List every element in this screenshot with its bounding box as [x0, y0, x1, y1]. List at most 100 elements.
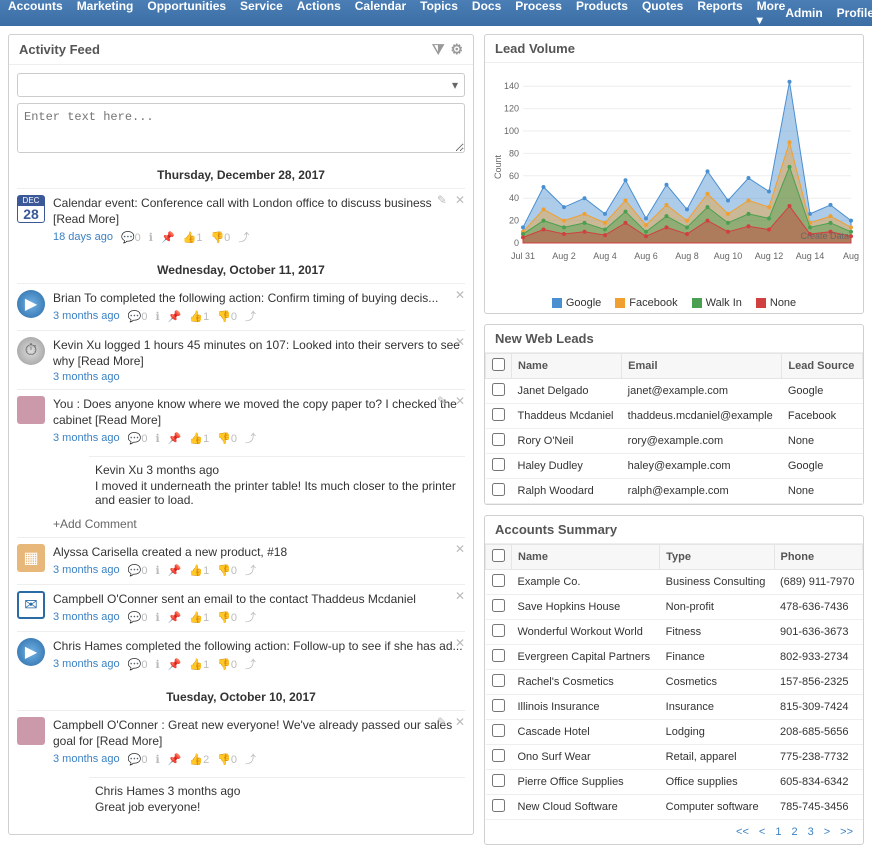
select-all-checkbox[interactable]	[492, 549, 505, 562]
table-row[interactable]: Rory O'Neilrory@example.comNone	[486, 429, 863, 454]
share-icon[interactable]: ⤴	[245, 430, 256, 446]
feed-item-timestamp[interactable]: 3 months ago	[53, 658, 120, 670]
close-icon[interactable]: ✕	[455, 288, 465, 302]
table-row[interactable]: Wonderful Workout WorldFitness901-636-36…	[486, 620, 863, 645]
dislike-count[interactable]: 👎0	[217, 611, 237, 624]
close-icon[interactable]: ✕	[455, 394, 465, 408]
like-count[interactable]: 👍2	[189, 753, 209, 766]
info-icon[interactable]: ℹ	[155, 564, 159, 577]
pin-icon[interactable]: 📌	[168, 432, 182, 445]
pin-icon[interactable]: 📌	[168, 310, 182, 323]
table-row[interactable]: Haley Dudleyhaley@example.comGoogle	[486, 454, 863, 479]
nav-products[interactable]: Products	[576, 0, 628, 27]
dislike-count[interactable]: 👎0	[217, 564, 237, 577]
row-checkbox[interactable]	[492, 749, 505, 762]
share-icon[interactable]: ⤴	[245, 308, 256, 324]
nav-admin[interactable]: Admin	[785, 6, 822, 20]
comment-count[interactable]: 💬0	[128, 611, 148, 624]
pager-link[interactable]: <<	[736, 826, 749, 838]
row-checkbox[interactable]	[492, 624, 505, 637]
pager-link[interactable]: >	[824, 826, 830, 838]
pin-icon[interactable]: 📌	[168, 611, 182, 624]
comment-count[interactable]: 💬0	[128, 564, 148, 577]
nav-process[interactable]: Process	[515, 0, 562, 27]
share-icon[interactable]: ⤴	[245, 751, 256, 767]
info-icon[interactable]: ℹ	[155, 658, 159, 671]
info-icon[interactable]: ℹ	[155, 753, 159, 766]
feed-item-timestamp[interactable]: 3 months ago	[53, 432, 120, 444]
edit-icon[interactable]: ✎	[437, 193, 447, 207]
table-header[interactable]	[486, 545, 512, 570]
table-row[interactable]: Cascade HotelLodging208-685-5656	[486, 720, 863, 745]
row-checkbox[interactable]	[492, 483, 505, 496]
legend-item[interactable]: Facebook	[615, 297, 677, 309]
table-row[interactable]: Save Hopkins HouseNon-profit478-636-7436	[486, 595, 863, 620]
info-icon[interactable]: ℹ	[155, 310, 159, 323]
close-icon[interactable]: ✕	[455, 335, 465, 349]
table-row[interactable]: Illinois InsuranceInsurance815-309-7424	[486, 695, 863, 720]
comment-count[interactable]: 💬0	[128, 432, 148, 445]
table-row[interactable]: Ralph Woodardralph@example.comNone	[486, 479, 863, 504]
pin-icon[interactable]: 📌	[161, 231, 175, 244]
legend-item[interactable]: Walk In	[692, 297, 742, 309]
comment-count[interactable]: 💬0	[121, 231, 141, 244]
pager-link[interactable]: <	[759, 826, 765, 838]
dislike-count[interactable]: 👎0	[217, 753, 237, 766]
table-row[interactable]: Example Co.Business Consulting(689) 911-…	[486, 570, 863, 595]
pager-link[interactable]: 3	[808, 826, 814, 838]
close-icon[interactable]: ✕	[455, 589, 465, 603]
feed-item-timestamp[interactable]: 3 months ago	[53, 371, 120, 383]
table-header[interactable]	[486, 354, 512, 379]
feed-item-timestamp[interactable]: 18 days ago	[53, 231, 113, 243]
pin-icon[interactable]: 📌	[168, 658, 182, 671]
table-row[interactable]: Rachel's CosmeticsCosmetics157-856-2325	[486, 670, 863, 695]
pager-link[interactable]: 1	[775, 826, 781, 838]
pager-link[interactable]: 2	[791, 826, 797, 838]
row-checkbox[interactable]	[492, 649, 505, 662]
dislike-count[interactable]: 👎0	[217, 658, 237, 671]
close-icon[interactable]: ✕	[455, 715, 465, 729]
dislike-count[interactable]: 👎0	[217, 310, 237, 323]
row-checkbox[interactable]	[492, 774, 505, 787]
row-checkbox[interactable]	[492, 799, 505, 812]
edit-icon[interactable]: ✎	[437, 715, 447, 729]
feed-item-timestamp[interactable]: 3 months ago	[53, 753, 120, 765]
comment-count[interactable]: 💬0	[128, 753, 148, 766]
activity-filter-dropdown[interactable]: ▾	[17, 73, 465, 97]
comment-count[interactable]: 💬0	[128, 658, 148, 671]
like-count[interactable]: 👍1	[183, 231, 203, 244]
close-icon[interactable]: ✕	[455, 636, 465, 650]
like-count[interactable]: 👍1	[189, 611, 209, 624]
pin-icon[interactable]: 📌	[168, 564, 182, 577]
dislike-count[interactable]: 👎0	[217, 432, 237, 445]
info-icon[interactable]: ℹ	[149, 231, 153, 244]
dislike-count[interactable]: 👎0	[210, 231, 230, 244]
row-checkbox[interactable]	[492, 433, 505, 446]
table-row[interactable]: Janet Delgadojanet@example.comGoogle	[486, 379, 863, 404]
row-checkbox[interactable]	[492, 408, 505, 421]
table-row[interactable]: Ono Surf WearRetail, apparel775-238-7732	[486, 745, 863, 770]
table-row[interactable]: Thaddeus Mcdanielthaddeus.mcdaniel@examp…	[486, 404, 863, 429]
legend-item[interactable]: Google	[552, 297, 601, 309]
info-icon[interactable]: ℹ	[155, 432, 159, 445]
activity-input[interactable]	[17, 103, 465, 153]
like-count[interactable]: 👍1	[189, 564, 209, 577]
funnel-icon[interactable]: ⧩	[432, 41, 445, 58]
gear-icon[interactable]: ⚙	[450, 41, 463, 58]
like-count[interactable]: 👍1	[189, 432, 209, 445]
pin-icon[interactable]: 📌	[168, 753, 182, 766]
nav-topics[interactable]: Topics	[420, 0, 458, 27]
close-icon[interactable]: ✕	[455, 193, 465, 207]
nav-actions[interactable]: Actions	[297, 0, 341, 27]
nav-marketing[interactable]: Marketing	[77, 0, 134, 27]
row-checkbox[interactable]	[492, 699, 505, 712]
nav-calendar[interactable]: Calendar	[355, 0, 406, 27]
close-icon[interactable]: ✕	[455, 542, 465, 556]
nav-service[interactable]: Service	[240, 0, 283, 27]
feed-item-timestamp[interactable]: 3 months ago	[53, 564, 120, 576]
nav-accounts[interactable]: Accounts	[8, 0, 63, 27]
feed-item-timestamp[interactable]: 3 months ago	[53, 310, 120, 322]
select-all-checkbox[interactable]	[492, 358, 505, 371]
share-icon[interactable]: ⤴	[238, 229, 249, 245]
like-count[interactable]: 👍1	[189, 310, 209, 323]
